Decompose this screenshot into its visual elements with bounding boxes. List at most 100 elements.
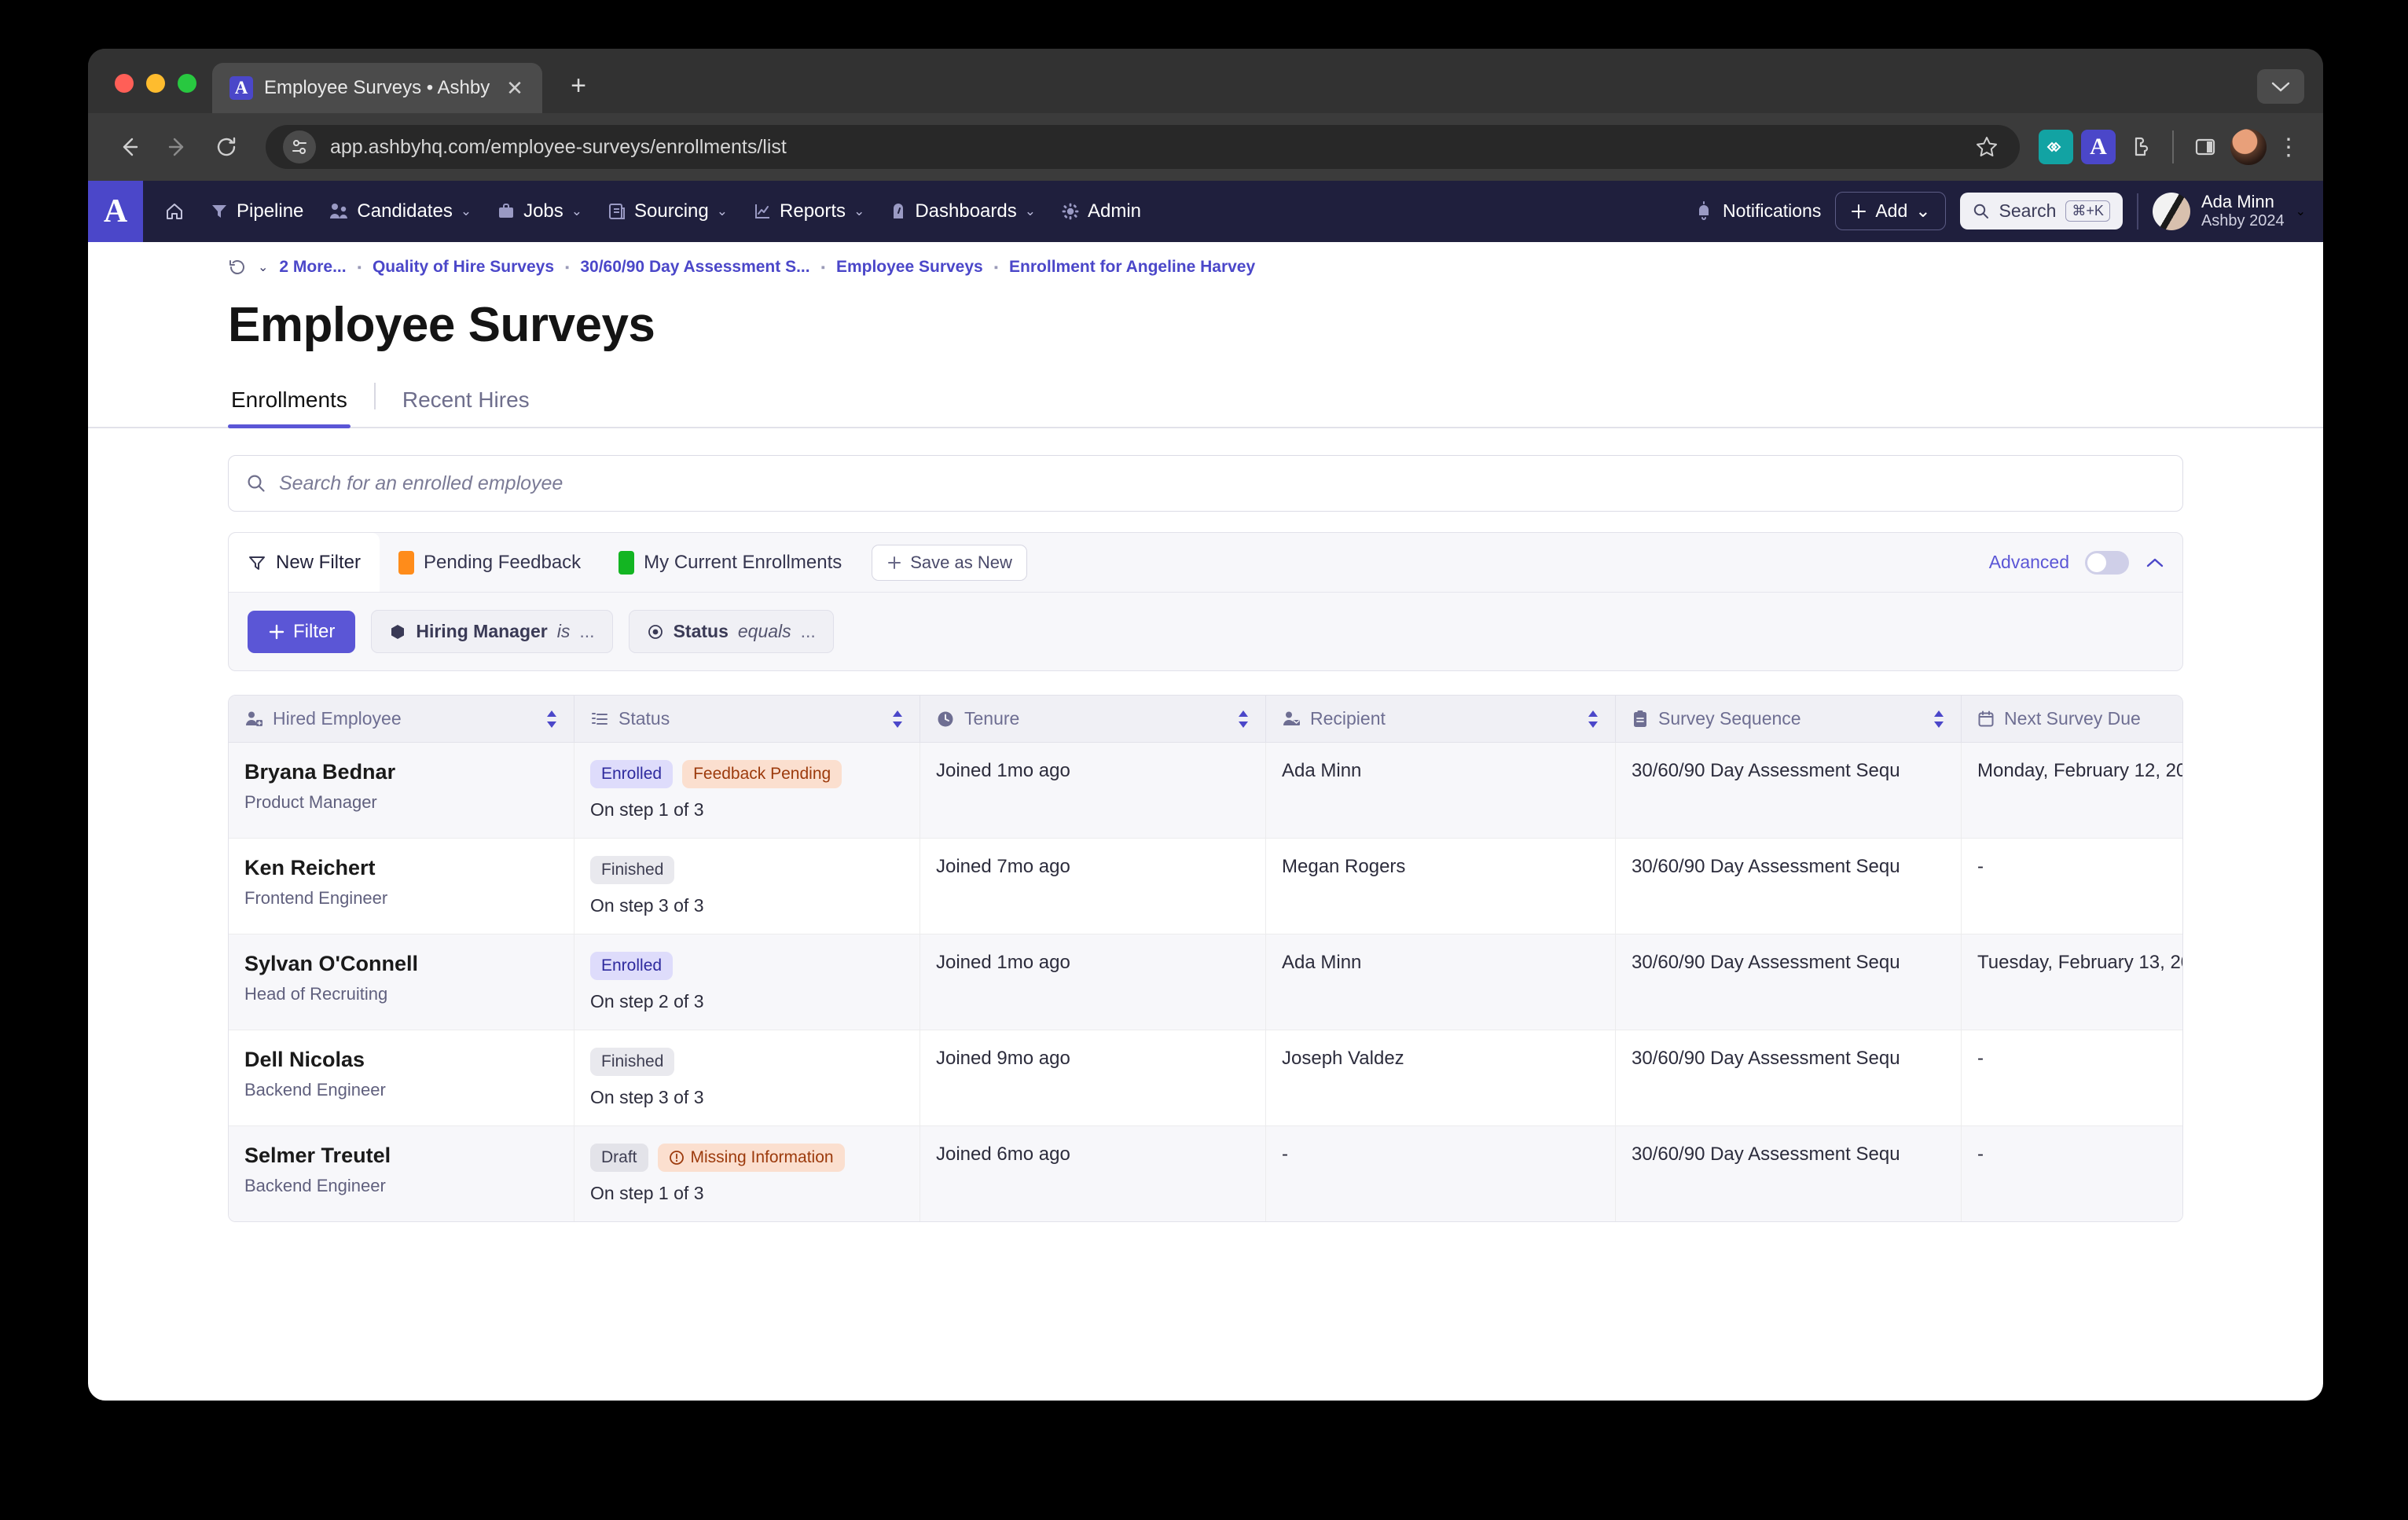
cell-survey-sequence: 30/60/90 Day Assessment Sequ	[1616, 1126, 1962, 1221]
column-header-survey-sequence[interactable]: Survey Sequence	[1616, 696, 1962, 742]
bookmark-star-icon[interactable]	[1974, 134, 2002, 160]
employee-name: Bryana Bednar	[244, 760, 396, 784]
plus-icon	[268, 623, 285, 641]
nav-item-home[interactable]	[154, 193, 195, 229]
gear-icon	[1061, 202, 1080, 221]
cell-recipient: Ada Minn	[1266, 743, 1616, 838]
cell-tenure: Joined 9mo ago	[920, 1030, 1266, 1125]
nav-item-sourcing[interactable]: Sourcing ⌄	[597, 193, 738, 230]
user-menu-button[interactable]: Ada Minn Ashby 2024 ⌄	[2152, 192, 2306, 231]
breadcrumb-item-0[interactable]: Quality of Hire Surveys	[373, 258, 554, 277]
reload-button[interactable]	[206, 127, 247, 167]
history-icon[interactable]	[228, 258, 247, 277]
status-badge-label: Missing Information	[690, 1148, 834, 1166]
browser-menu-kebab-icon[interactable]: ⋮	[2274, 135, 2303, 159]
sort-toggle-icon[interactable]	[891, 709, 904, 729]
breadcrumb-item-1[interactable]: 30/60/90 Day Assessment S...	[580, 258, 809, 277]
advanced-toggle[interactable]	[2085, 550, 2129, 575]
extension-ashby-icon[interactable]: A	[2081, 130, 2116, 164]
extension-teal-icon[interactable]	[2039, 130, 2073, 164]
window-traffic-lights	[105, 74, 212, 113]
back-button[interactable]	[108, 127, 149, 167]
sort-toggle-icon[interactable]	[545, 709, 558, 729]
notifications-button[interactable]: Notifications	[1694, 200, 1821, 222]
side-panel-icon[interactable]	[2188, 130, 2223, 164]
nav-label-admin: Admin	[1087, 200, 1142, 222]
table-row[interactable]: Bryana Bednar Product Manager Enrolled F…	[229, 743, 2182, 839]
saved-view-new-filter[interactable]: New Filter	[229, 533, 380, 592]
status-step: On step 1 of 3	[590, 799, 704, 820]
nav-item-candidates[interactable]: Candidates ⌄	[318, 193, 482, 230]
column-header-status[interactable]: Status	[574, 696, 920, 742]
nav-item-pipeline[interactable]: Pipeline	[200, 193, 314, 230]
cell-hired-employee: Dell Nicolas Backend Engineer	[229, 1030, 574, 1125]
global-search-button[interactable]: Search ⌘+K	[1959, 193, 2123, 230]
filter-chip-hiring-manager[interactable]: Hiring Manager is ...	[371, 610, 613, 653]
status-badges: Enrolled Feedback Pending	[590, 760, 904, 788]
nav-item-jobs[interactable]: Jobs ⌄	[486, 193, 593, 230]
filter-panel-controls: Advanced	[1989, 533, 2182, 592]
chart-icon	[753, 202, 772, 221]
cell-next-survey-due: -	[1977, 856, 1984, 877]
extensions-puzzle-icon[interactable]	[2124, 130, 2158, 164]
toggle-knob	[2087, 553, 2106, 572]
nav-item-reports[interactable]: Reports ⌄	[743, 193, 875, 230]
column-header-tenure[interactable]: Tenure	[920, 696, 1266, 742]
column-header-next-survey-due[interactable]: Next Survey Due	[1962, 696, 2182, 742]
close-tab-icon[interactable]: ✕	[501, 78, 528, 98]
browser-toolbar: app.ashbyhq.com/employee-surveys/enrollm…	[88, 113, 2323, 181]
cell-survey-sequence: 30/60/90 Day Assessment Sequ	[1616, 743, 1962, 838]
filter-value: ...	[579, 621, 595, 641]
nav-item-dashboards[interactable]: Dashboards ⌄	[879, 193, 1046, 230]
tab-enrollments[interactable]: Enrollments	[228, 387, 351, 428]
minimize-window-button[interactable]	[146, 74, 165, 93]
app-nav-items: Pipeline Candidates ⌄ Jobs ⌄ Sourcing ⌄ …	[143, 193, 1151, 230]
tab-recent-hires[interactable]: Recent Hires	[399, 387, 533, 427]
breadcrumb-more-chevron-icon[interactable]: ⌄	[258, 259, 268, 275]
add-button[interactable]: Add ⌄	[1835, 192, 1946, 231]
forward-button[interactable]	[157, 127, 198, 167]
filter-chip-status[interactable]: Status equals ...	[628, 610, 834, 653]
site-settings-icon[interactable]	[283, 130, 316, 163]
breadcrumb-separator: ▪	[993, 260, 999, 274]
add-filter-button[interactable]: Filter	[248, 610, 356, 653]
cell-hired-employee: Bryana Bednar Product Manager	[229, 743, 574, 838]
saved-view-label: New Filter	[276, 551, 362, 573]
breadcrumb-item-3[interactable]: Enrollment for Angeline Harvey	[1009, 258, 1255, 277]
ashby-logo-icon[interactable]: A	[88, 181, 143, 242]
app-nav-right: Notifications Add ⌄ Search ⌘+K Ada Minn …	[1694, 192, 2323, 231]
nav-item-admin[interactable]: Admin	[1051, 193, 1151, 230]
search-input[interactable]: Search for an enrolled employee	[228, 455, 2183, 512]
status-step: On step 1 of 3	[590, 1183, 704, 1203]
global-search-label: Search	[1999, 200, 2057, 222]
table-row[interactable]: Dell Nicolas Backend Engineer Finished O…	[229, 1030, 2182, 1126]
tab-search-chevron-down-icon[interactable]	[2257, 69, 2304, 104]
toolbar-divider	[2172, 130, 2174, 163]
bell-icon	[1694, 200, 1713, 222]
collapse-filters-chevron-up-icon[interactable]	[2145, 556, 2165, 569]
table-row[interactable]: Selmer Treutel Backend Engineer Draft Mi…	[229, 1126, 2182, 1221]
column-header-label: Next Survey Due	[2004, 708, 2141, 729]
new-tab-button[interactable]: +	[563, 72, 594, 99]
status-badges: Draft Missing Information	[590, 1144, 904, 1172]
sort-toggle-icon[interactable]	[1933, 709, 1945, 729]
close-window-button[interactable]	[115, 74, 134, 93]
column-header-recipient[interactable]: Recipient	[1266, 696, 1616, 742]
address-bar[interactable]: app.ashbyhq.com/employee-surveys/enrollm…	[266, 125, 2020, 169]
sort-toggle-icon[interactable]	[1237, 709, 1250, 729]
maximize-window-button[interactable]	[178, 74, 196, 93]
breadcrumb-item-2[interactable]: Employee Surveys	[836, 258, 983, 277]
table-row[interactable]: Ken Reichert Frontend Engineer Finished …	[229, 839, 2182, 934]
save-as-new-label: Save as New	[910, 552, 1012, 572]
table-row[interactable]: Sylvan O'Connell Head of Recruiting Enro…	[229, 934, 2182, 1030]
clock-icon	[936, 710, 955, 729]
browser-profile-avatar[interactable]	[2230, 129, 2267, 165]
breadcrumb-more[interactable]: 2 More...	[279, 258, 346, 277]
browser-tab-active[interactable]: A Employee Surveys • Ashby ✕	[212, 63, 542, 113]
saved-view-my-current-enrollments[interactable]: My Current Enrollments	[600, 533, 861, 592]
saved-view-pending-feedback[interactable]: Pending Feedback	[380, 533, 600, 592]
sort-toggle-icon[interactable]	[1587, 709, 1599, 729]
column-header-hired-employee[interactable]: Hired Employee	[229, 696, 574, 742]
save-as-new-button[interactable]: Save as New	[872, 544, 1027, 581]
nav-label-jobs: Jobs	[523, 200, 563, 222]
